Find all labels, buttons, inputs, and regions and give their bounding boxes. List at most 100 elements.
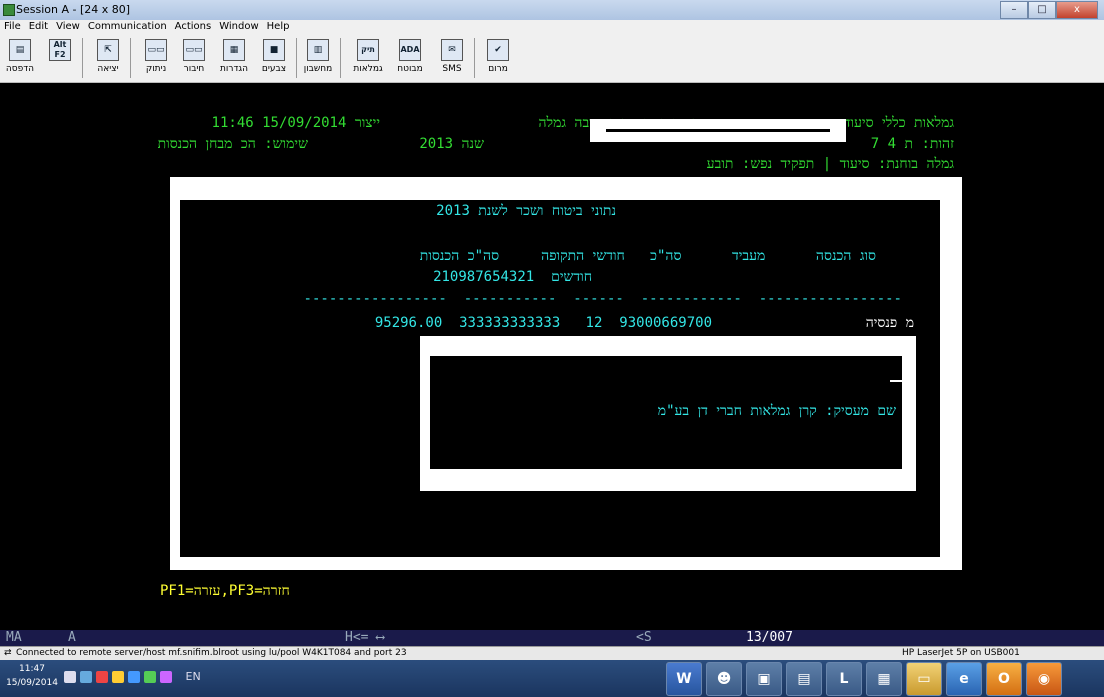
exit-icon: ⇱ bbox=[97, 39, 119, 61]
session-app-icon bbox=[3, 4, 15, 16]
status-mode: MA bbox=[6, 630, 22, 645]
colors-button[interactable]: ■ צבעים bbox=[258, 38, 290, 78]
status-session: A bbox=[68, 630, 76, 645]
insured-label: מבוטח bbox=[397, 64, 423, 74]
toolbar-separator bbox=[296, 38, 297, 78]
disconnect-icon: ▭▭ bbox=[145, 39, 167, 61]
marom-button[interactable]: ✔ מרום bbox=[482, 38, 514, 78]
alt-f2-button[interactable]: Alt F2 bbox=[44, 38, 76, 78]
columns-header: סוג הכנסה מעביד סה"כ חודשי התקופה סה"כ ה… bbox=[419, 248, 876, 264]
settings-button[interactable]: ▦ הגדרות bbox=[218, 38, 250, 78]
sms-label: SMS bbox=[442, 64, 462, 74]
calculator-button[interactable]: ▥ מחשבון bbox=[302, 38, 334, 78]
toolbar-separator bbox=[474, 38, 475, 78]
menu-edit[interactable]: Edit bbox=[25, 20, 52, 33]
columns-subheader: חודשים 210987654321 bbox=[433, 269, 592, 285]
calculator-icon: ▥ bbox=[307, 39, 329, 61]
id-field: זהות: ת 4 7 bbox=[870, 136, 954, 152]
status-cursor-position: 13/007 bbox=[746, 630, 793, 645]
clock-time: 11:47 bbox=[19, 664, 45, 674]
notification-icon[interactable] bbox=[112, 671, 124, 683]
text-cursor bbox=[890, 380, 902, 382]
toolbar-separator bbox=[82, 38, 83, 78]
tray-app-icon[interactable] bbox=[144, 671, 156, 683]
settings-label: הגדרות bbox=[220, 64, 248, 74]
windows-taskbar: 11:47 15/09/2014 EN W ☻ ▣ ▤ L ▦ ▭ e O ◉ bbox=[0, 660, 1104, 697]
print-label: הדפסה bbox=[5, 64, 35, 74]
connect-icon: ▭▭ bbox=[183, 39, 205, 61]
minimize-button[interactable]: – bbox=[1000, 1, 1028, 19]
menu-bar: File Edit View Communication Actions Window He… bbox=[0, 20, 1104, 34]
pension-file-label: גמלאות bbox=[353, 64, 383, 74]
toolbar: ▤ הדפסה Alt F2 ⇱ יציאה ▭▭ ניתוק ▭▭ חיבור ▦ הג… bbox=[0, 34, 1104, 83]
network-user-icon[interactable]: ☻ bbox=[706, 662, 742, 696]
status-shift: <S bbox=[636, 630, 652, 645]
terminal-app-icon[interactable]: ▣ bbox=[746, 662, 782, 696]
print-button[interactable]: ▤ הדפסה bbox=[4, 38, 36, 78]
connect-label: חיבור bbox=[183, 64, 205, 74]
year-field: שנה 2013 bbox=[419, 136, 484, 152]
pension-file-button[interactable]: תיק גמלאות bbox=[352, 38, 384, 78]
network-icon[interactable] bbox=[80, 671, 92, 683]
usage-field: שימוש: הכ מבחן הכנסות bbox=[157, 136, 308, 152]
disconnect-button[interactable]: ▭▭ ניתוק bbox=[140, 38, 172, 78]
language-indicator[interactable]: EN bbox=[186, 670, 201, 683]
sms-icon: ✉ bbox=[441, 39, 463, 61]
row-income-type: מ פנסיה bbox=[865, 315, 914, 331]
marom-label: מרום bbox=[488, 64, 508, 74]
menu-file[interactable]: File bbox=[0, 20, 25, 33]
connect-button[interactable]: ▭▭ חיבור bbox=[178, 38, 210, 78]
taskbar-clock[interactable]: 11:47 15/09/2014 bbox=[0, 662, 64, 690]
maximize-button[interactable]: □ bbox=[1028, 1, 1056, 19]
connection-text: Connected to remote server/host mf.snifi… bbox=[16, 648, 407, 658]
panel-title: נתוני ביטוח ושכר לשנת 2013 bbox=[436, 203, 616, 219]
settings-icon: ▦ bbox=[223, 39, 245, 61]
colors-icon: ■ bbox=[263, 39, 285, 61]
calculator-label: מחשבון bbox=[303, 64, 333, 74]
tray-app-icon[interactable] bbox=[128, 671, 140, 683]
system-tray: EN bbox=[64, 670, 201, 683]
check-icon: ✔ bbox=[487, 39, 509, 61]
menu-actions[interactable]: Actions bbox=[171, 20, 216, 33]
terminal-screen[interactable]: גמלאות כללי סיעוד הכנסות מדווחות וגובה ג… bbox=[0, 83, 1104, 630]
menu-communication[interactable]: Communication bbox=[84, 20, 171, 33]
ada-icon: ADA bbox=[399, 39, 421, 61]
lync-icon[interactable]: L bbox=[826, 662, 862, 696]
pension-file-icon: תיק bbox=[357, 39, 379, 61]
disconnect-label: ניתוק bbox=[145, 64, 167, 74]
redaction-bar bbox=[606, 129, 830, 132]
function-keys: PF1=עזרה,PF3=חזרה bbox=[160, 583, 290, 599]
insured-button[interactable]: ADA מבוטח bbox=[394, 38, 426, 78]
sms-button[interactable]: ✉ SMS bbox=[436, 38, 468, 78]
toolbar-separator bbox=[340, 38, 341, 78]
volume-icon[interactable] bbox=[64, 671, 76, 683]
notes-app-icon[interactable]: ▦ bbox=[866, 662, 902, 696]
outlook-icon[interactable]: O bbox=[986, 662, 1022, 696]
document-app-icon[interactable]: ▤ bbox=[786, 662, 822, 696]
alt-f2-icon: Alt F2 bbox=[49, 39, 71, 61]
menu-window[interactable]: Window bbox=[215, 20, 262, 33]
emulator-status-bar: MA A H<= ⟷ <S 13/007 bbox=[0, 630, 1104, 646]
redaction-box bbox=[590, 119, 846, 142]
folder-icon[interactable]: ▭ bbox=[906, 662, 942, 696]
flag-icon[interactable] bbox=[96, 671, 108, 683]
clock-date: 15/09/2014 bbox=[6, 678, 58, 688]
close-button[interactable]: x bbox=[1056, 1, 1098, 19]
exit-button[interactable]: ⇱ יציאה bbox=[92, 38, 124, 78]
word-icon[interactable]: W bbox=[666, 662, 702, 696]
printer-status: HP LaserJet 5P on USB001 bbox=[902, 648, 1020, 658]
window-titlebar: Session A - [24 x 80] – □ x bbox=[0, 0, 1104, 20]
employer-name: שם מעסיק: קרן גמלאות חברי דן בע"מ bbox=[657, 403, 896, 419]
printer-icon: ▤ bbox=[9, 39, 31, 61]
internet-explorer-icon[interactable]: e bbox=[946, 662, 982, 696]
row-values: 95296.00 333333333333 12 93000669700 bbox=[374, 315, 712, 331]
exit-label: יציאה bbox=[97, 64, 119, 74]
header-created: ייצור 15/09/2014 11:46 bbox=[211, 115, 380, 131]
status-keys: H<= ⟷ bbox=[345, 630, 385, 645]
menu-view[interactable]: View bbox=[52, 20, 84, 33]
columns-divider: ----------------- ----------- ------ ---… bbox=[303, 291, 902, 307]
tray-app-icon[interactable] bbox=[160, 671, 172, 683]
colors-label: צבעים bbox=[261, 64, 287, 74]
firefox-icon[interactable]: ◉ bbox=[1026, 662, 1062, 696]
menu-help[interactable]: Help bbox=[263, 20, 294, 33]
